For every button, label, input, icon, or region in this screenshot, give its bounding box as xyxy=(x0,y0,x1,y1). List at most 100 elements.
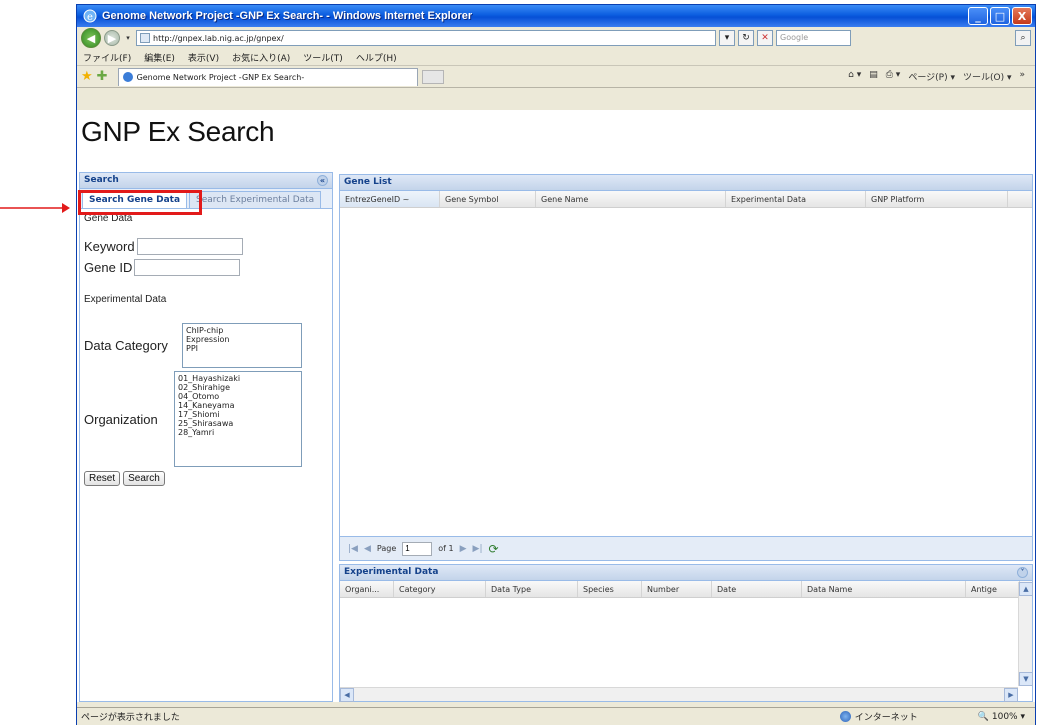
column-antigen[interactable]: Antige xyxy=(966,581,1020,597)
gene-list-panel: Gene List EntrezGeneID ~ Gene Symbol Gen… xyxy=(339,174,1033,561)
gene-list-header: Gene List xyxy=(340,175,1032,191)
minimize-button[interactable]: _ xyxy=(968,7,988,25)
list-item[interactable]: 28_Yamri xyxy=(178,428,298,437)
list-item[interactable]: 25_Shirasawa xyxy=(178,419,298,428)
column-gene-name[interactable]: Gene Name xyxy=(536,191,726,207)
svg-text:e: e xyxy=(87,12,93,23)
url-text: http://gnpex.lab.nig.ac.jp/gnpex/ xyxy=(153,33,284,43)
close-button[interactable]: X xyxy=(1012,7,1032,25)
first-page-icon[interactable]: |◀ xyxy=(348,544,358,554)
vertical-scrollbar[interactable]: ▲ ▼ xyxy=(1018,582,1033,686)
reset-button[interactable]: Reset xyxy=(84,471,121,486)
gene-list-title: Gene List xyxy=(344,177,392,187)
url-field[interactable]: http://gnpex.lab.nig.ac.jp/gnpex/ xyxy=(136,30,716,46)
organization-list[interactable]: 01_Hayashizaki 02_Shirahige 04_Otomo 14_… xyxy=(174,371,302,467)
menu-view[interactable]: 表示(V) xyxy=(188,51,219,64)
column-number[interactable]: Number xyxy=(642,581,712,597)
column-gnp-platform[interactable]: GNP Platform xyxy=(866,191,1008,207)
search-go-icon[interactable]: ⌕ xyxy=(1015,30,1031,46)
feeds-icon[interactable]: ▤ xyxy=(869,70,878,83)
maximize-button[interactable]: □ xyxy=(990,7,1010,25)
list-item[interactable]: 17_Shiomi xyxy=(178,410,298,419)
last-page-icon[interactable]: ▶| xyxy=(473,544,483,554)
page-number-input[interactable] xyxy=(402,541,433,556)
more-commands-icon[interactable]: » xyxy=(1019,70,1025,83)
data-category-list[interactable]: ChIP-chip Expression PPI xyxy=(182,323,302,368)
list-item[interactable]: PPI xyxy=(186,344,298,353)
ie-logo-icon: e xyxy=(83,9,97,23)
browser-tab[interactable]: Genome Network Project -GNP Ex Search- xyxy=(117,67,418,86)
zoom-value: 100% xyxy=(991,711,1018,722)
globe-icon xyxy=(839,711,851,722)
stop-icon[interactable]: ✕ xyxy=(757,30,773,46)
list-item[interactable]: 04_Otomo xyxy=(178,392,298,401)
browser-tab-label: Genome Network Project -GNP Ex Search- xyxy=(136,72,305,82)
status-bar: ページが表示されました インターネット 🔍 100% ▾ xyxy=(77,707,1035,725)
column-entrez-gene-id[interactable]: EntrezGeneID ~ xyxy=(340,191,440,207)
tab-search-experimental-data[interactable]: Search Experimental Data xyxy=(189,191,322,208)
organization-label: Organization xyxy=(84,411,158,427)
menu-help[interactable]: ヘルプ(H) xyxy=(356,51,397,64)
back-button[interactable]: ◀ xyxy=(81,28,101,48)
menu-tools[interactable]: ツール(T) xyxy=(303,51,343,64)
new-tab-button[interactable] xyxy=(421,69,444,84)
security-zone: インターネット xyxy=(854,713,918,723)
search-panel-header: Search « xyxy=(80,173,332,189)
gene-id-label: Gene ID xyxy=(84,260,133,275)
prev-page-icon[interactable]: ◀ xyxy=(364,544,371,554)
page-menu[interactable]: ページ(P) ▾ xyxy=(908,70,955,83)
scroll-down-icon[interactable]: ▼ xyxy=(1019,672,1033,686)
scroll-right-icon[interactable]: ▶ xyxy=(1004,688,1018,702)
history-dropdown-icon[interactable]: ▾ xyxy=(123,34,133,42)
collapse-left-icon[interactable]: « xyxy=(317,175,328,186)
scroll-up-icon[interactable]: ▲ xyxy=(1019,582,1033,596)
collapse-bottom-icon[interactable]: ˅ xyxy=(1017,567,1028,578)
list-item[interactable]: ChIP-chip xyxy=(186,326,298,335)
experimental-data-title: Experimental Data xyxy=(344,567,439,577)
keyword-label: Keyword xyxy=(84,239,135,254)
column-organization[interactable]: Organi... xyxy=(340,581,394,597)
column-category[interactable]: Category xyxy=(394,581,486,597)
refresh-icon[interactable]: ↻ xyxy=(738,30,754,46)
print-icon[interactable]: ⎙ ▾ xyxy=(886,70,901,83)
list-item[interactable]: Expression xyxy=(186,335,298,344)
experimental-data-label: Experimental Data xyxy=(84,294,167,305)
column-species[interactable]: Species xyxy=(578,581,642,597)
list-item[interactable]: 01_Hayashizaki xyxy=(178,374,298,383)
list-item[interactable]: 14_Kaneyama xyxy=(178,401,298,410)
column-data-type[interactable]: Data Type xyxy=(486,581,578,597)
data-category-label: Data Category xyxy=(84,338,168,353)
menu-favorites[interactable]: お気に入り(A) xyxy=(232,51,290,64)
annotation-arrow-icon xyxy=(0,203,70,213)
list-item[interactable]: 02_Shirahige xyxy=(178,383,298,392)
refresh-grid-icon[interactable]: ⟳ xyxy=(489,542,499,556)
address-bar: ◀ ▶ ▾ http://gnpex.lab.nig.ac.jp/gnpex/ … xyxy=(77,27,1035,49)
column-experimental-data[interactable]: Experimental Data xyxy=(726,191,866,207)
menu-edit[interactable]: 編集(E) xyxy=(144,51,175,64)
gene-list-columns: EntrezGeneID ~ Gene Symbol Gene Name Exp… xyxy=(340,191,1032,208)
forward-button[interactable]: ▶ xyxy=(104,30,120,46)
column-gene-symbol[interactable]: Gene Symbol xyxy=(440,191,536,207)
keyword-input[interactable] xyxy=(136,238,243,255)
menu-file[interactable]: ファイル(F) xyxy=(83,51,131,64)
search-button[interactable]: Search xyxy=(123,471,165,486)
home-icon[interactable]: ⌂ ▾ xyxy=(848,70,861,83)
zoom-level[interactable]: 🔍 100% ▾ xyxy=(978,712,1035,722)
scroll-left-icon[interactable]: ◀ xyxy=(340,688,354,702)
horizontal-scrollbar[interactable]: ◀ ▶ xyxy=(340,687,1018,702)
page-content: GNP Ex Search Search « Search Gene Data … xyxy=(77,110,1035,702)
next-page-icon[interactable]: ▶ xyxy=(460,544,467,554)
gene-id-input[interactable] xyxy=(134,259,241,276)
tools-menu[interactable]: ツール(O) ▾ xyxy=(963,70,1012,83)
add-favorite-icon[interactable]: ✚ xyxy=(97,69,108,84)
menu-bar: ファイル(F) 編集(E) 表示(V) お気に入り(A) ツール(T) ヘルプ(… xyxy=(77,49,1035,66)
favorites-bar: ★ ✚ Genome Network Project -GNP Ex Searc… xyxy=(77,66,1035,88)
column-data-name[interactable]: Data Name xyxy=(802,581,966,597)
search-input[interactable]: Google xyxy=(776,30,851,46)
column-date[interactable]: Date xyxy=(712,581,802,597)
url-dropdown-icon[interactable]: ▾ xyxy=(719,30,735,46)
page-total-label: of 1 xyxy=(438,544,454,553)
search-panel-title: Search xyxy=(84,175,119,185)
title-bar: e Genome Network Project -GNP Ex Search-… xyxy=(77,5,1035,27)
favorites-star-icon[interactable]: ★ xyxy=(81,69,93,84)
